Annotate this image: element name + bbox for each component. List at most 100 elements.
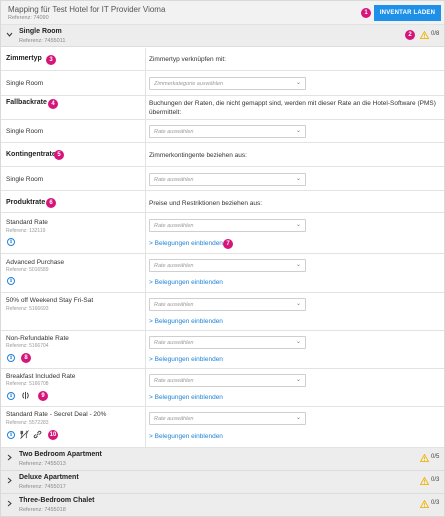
- chevron-down-icon: ⌄: [295, 377, 301, 383]
- page-title: Mapping für Test Hotel for IT Provider V…: [8, 5, 166, 14]
- select-placeholder: Rate auswählen: [154, 416, 194, 422]
- warning-icon: [420, 31, 429, 39]
- select-placeholder: Rate auswählen: [154, 129, 194, 135]
- show-occupancies-link[interactable]: > Belegungen einblenden: [149, 433, 223, 440]
- warning-icon: [420, 454, 429, 462]
- link-icon[interactable]: [33, 430, 42, 439]
- produktrate-label: Produktrate: [6, 199, 46, 206]
- show-occupancies-link[interactable]: > Belegungen einblenden: [149, 356, 223, 363]
- no-breakfast-icon[interactable]: [20, 430, 29, 439]
- chevron-down-icon: ⌄: [295, 415, 301, 421]
- callout-badge-8: 8: [21, 353, 31, 363]
- chevron-right-icon[interactable]: [6, 477, 13, 486]
- show-occupancies-link[interactable]: > Belegungen einblenden: [149, 318, 223, 325]
- fallbackrate-row-label: Single Room: [6, 128, 44, 135]
- chevron-down-icon: ⌄: [295, 80, 301, 86]
- rate-row: Standard Rate - Secret Deal - 20% Refere…: [1, 407, 444, 448]
- kontingentrate-row: Single Room Rate auswählen ⌄: [1, 167, 444, 191]
- rate-reference: Referenz: 5166693: [6, 306, 49, 312]
- fallbackrate-description: Buchungen der Raten, die nicht gemappt s…: [149, 100, 436, 116]
- info-icon[interactable]: i: [7, 238, 15, 246]
- chevron-down-icon: ⌄: [295, 222, 301, 228]
- produktrate-description: Preise und Restriktionen beziehen aus:: [149, 200, 263, 207]
- select-placeholder: Rate auswählen: [154, 302, 194, 308]
- info-icon[interactable]: i: [7, 354, 15, 362]
- room-header-deluxe-apartment[interactable]: Deluxe Apartment Referenz: 7455017 0/3: [1, 471, 444, 494]
- info-icon[interactable]: i: [7, 277, 15, 285]
- select-placeholder: Rate auswählen: [154, 223, 194, 229]
- callout-badge-9: 9: [38, 391, 48, 401]
- mapped-count: 0/3: [431, 477, 440, 483]
- rate-name: Standard Rate: [6, 219, 48, 226]
- non-refundable-icon[interactable]: [21, 391, 30, 400]
- rate-select[interactable]: Rate auswählen ⌄: [149, 219, 306, 232]
- info-icon[interactable]: i: [7, 392, 15, 400]
- chevron-right-icon[interactable]: [6, 454, 13, 463]
- select-placeholder: Rate auswählen: [154, 340, 194, 346]
- room-name: Deluxe Apartment: [19, 474, 79, 481]
- chevron-down-icon: ⌄: [295, 176, 301, 182]
- rate-reference: Referenz: 5016589: [6, 267, 49, 273]
- callout-badge-2: 2: [405, 30, 415, 40]
- rate-name: Non-Refundable Rate: [6, 335, 69, 342]
- chevron-right-icon[interactable]: [6, 500, 13, 509]
- info-icon[interactable]: i: [7, 431, 15, 439]
- room-reference: Referenz: 7455013: [19, 461, 66, 467]
- zimmertyp-description: Zimmertyp verknüpfen mit:: [149, 56, 226, 63]
- rate-name: 50% off Weekend Stay Fri-Sat: [6, 297, 94, 304]
- zimmertyp-section: Zimmertyp 3 Zimmertyp verknüpfen mit:: [1, 47, 444, 71]
- select-placeholder: Rate auswählen: [154, 177, 194, 183]
- rate-reference: Referenz: 132119: [6, 228, 46, 234]
- zimmertyp-row-label: Single Room: [6, 80, 44, 87]
- callout-badge-5: 5: [54, 150, 64, 160]
- chevron-down-icon[interactable]: [6, 31, 13, 40]
- show-occupancies-link[interactable]: > Belegungen einblenden: [149, 279, 223, 286]
- mapped-count: 0/3: [431, 500, 440, 506]
- zimmertyp-row: Single Room Zimmerkategorie auswählen ⌄: [1, 71, 444, 96]
- select-placeholder: Zimmerkategorie auswählen: [154, 81, 224, 87]
- mapping-panel: Mapping für Test Hotel for IT Provider V…: [0, 0, 445, 517]
- kontingentrate-row-label: Single Room: [6, 176, 44, 183]
- callout-badge-1: 1: [361, 8, 371, 18]
- select-placeholder: Rate auswählen: [154, 378, 194, 384]
- rate-reference: Referenz: 5166708: [6, 381, 49, 387]
- chevron-down-icon: ⌄: [295, 339, 301, 345]
- room-name: Three-Bedroom Chalet: [19, 497, 95, 504]
- select-placeholder: Rate auswählen: [154, 263, 194, 269]
- fallbackrate-section: Fallbackrate 4 Buchungen der Raten, die …: [1, 96, 444, 120]
- rate-select[interactable]: Rate auswählen ⌄: [149, 336, 306, 349]
- rate-row: Breakfast Included Rate Referenz: 516670…: [1, 369, 444, 407]
- room-category-select[interactable]: Zimmerkategorie auswählen ⌄: [149, 77, 306, 90]
- rate-select[interactable]: Rate auswählen ⌄: [149, 259, 306, 272]
- mapping-header: Mapping für Test Hotel for IT Provider V…: [1, 1, 444, 25]
- room-header-single-room[interactable]: Single Room Referenz: 7455011 2 0/8: [1, 25, 444, 47]
- chevron-down-icon: ⌄: [295, 128, 301, 134]
- callout-badge-7: 7: [223, 239, 233, 249]
- show-occupancies-link[interactable]: > Belegungen einblenden: [149, 240, 223, 247]
- room-name: Two Bedroom Apartment: [19, 451, 102, 458]
- callout-badge-6: 6: [46, 198, 56, 208]
- rate-select[interactable]: Rate auswählen ⌄: [149, 298, 306, 311]
- show-occupancies-link[interactable]: > Belegungen einblenden: [149, 394, 223, 401]
- callout-badge-4: 4: [48, 99, 58, 109]
- room-header-three-bedroom-chalet[interactable]: Three-Bedroom Chalet Referenz: 7455018 0…: [1, 494, 444, 516]
- zimmertyp-label: Zimmertyp: [6, 55, 42, 62]
- rate-reference: Referenz: 5166704: [6, 343, 49, 349]
- rate-select[interactable]: Rate auswählen ⌄: [149, 374, 306, 387]
- room-header-two-bedroom-apartment[interactable]: Two Bedroom Apartment Referenz: 7455013 …: [1, 448, 444, 471]
- rate-row: Non-Refundable Rate Referenz: 5166704 i …: [1, 331, 444, 369]
- contingent-rate-select[interactable]: Rate auswählen ⌄: [149, 173, 306, 186]
- room-name: Single Room: [19, 28, 62, 35]
- rate-select[interactable]: Rate auswählen ⌄: [149, 412, 306, 425]
- chevron-down-icon: ⌄: [295, 301, 301, 307]
- callout-badge-3: 3: [46, 55, 56, 65]
- load-inventory-button[interactable]: INVENTAR LADEN: [374, 5, 441, 21]
- rate-name: Standard Rate - Secret Deal - 20%: [6, 411, 107, 418]
- fallbackrate-row: Single Room Rate auswählen ⌄: [1, 120, 444, 143]
- room-reference: Referenz: 7455018: [19, 507, 66, 513]
- rate-name: Breakfast Included Rate: [6, 373, 76, 380]
- fallback-rate-select[interactable]: Rate auswählen ⌄: [149, 125, 306, 138]
- mapped-count: 0/5: [431, 454, 440, 460]
- callout-badge-10: 10: [48, 430, 58, 440]
- rate-name: Advanced Purchase: [6, 259, 65, 266]
